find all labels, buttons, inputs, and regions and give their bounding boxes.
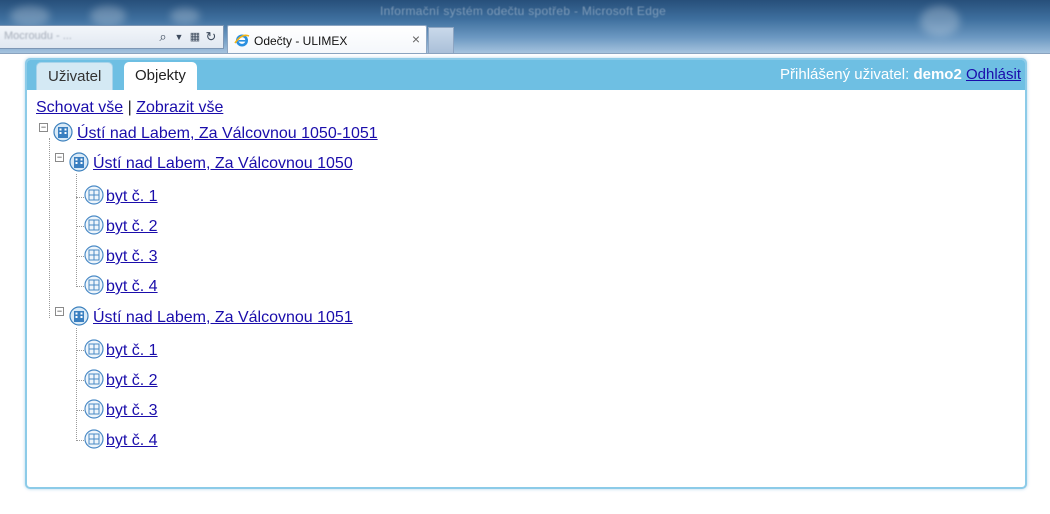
collapse-toggle-icon[interactable]: − [39, 123, 48, 132]
window-title: Informační systém odečtu spotřeb - Micro… [380, 4, 667, 18]
tree-controls: Schovat vše | Zobrazit vše [36, 99, 223, 117]
tree-leaf-label[interactable]: byt č. 1 [106, 188, 158, 206]
main-panel: Uživatel Objekty Přihlášený uživatel: de… [25, 58, 1027, 489]
tree-node-label[interactable]: Ústí nad Labem, Za Válcovnou 1051 [93, 309, 353, 327]
tree-connector [76, 380, 84, 381]
tree-connector [76, 226, 84, 227]
tree-leaf-label[interactable]: byt č. 3 [106, 248, 158, 266]
browser-tab[interactable]: Odečty - ULIMEX × [227, 25, 427, 54]
tree-leaf-label[interactable]: byt č. 4 [106, 432, 158, 450]
tree-connector [49, 138, 50, 318]
building-icon [53, 122, 73, 142]
refresh-icon[interactable]: ↻ [204, 30, 218, 44]
show-all-link[interactable]: Zobrazit vše [136, 99, 223, 116]
separator: | [123, 99, 137, 116]
user-name: demo2 [913, 66, 962, 83]
collapse-toggle-icon[interactable]: − [55, 153, 64, 162]
blurred-background [10, 6, 50, 26]
tree-leaf-label[interactable]: byt č. 1 [106, 342, 158, 360]
tree-leaf-label[interactable]: byt č. 4 [106, 278, 158, 296]
blurred-background [170, 8, 200, 24]
apartment-icon [84, 339, 104, 359]
tree-connector [76, 256, 84, 257]
compatibility-view-icon[interactable]: ▦ [188, 30, 202, 44]
collapse-toggle-icon[interactable]: − [55, 307, 64, 316]
tree-connector [76, 350, 84, 351]
tree-leaf-label[interactable]: byt č. 2 [106, 372, 158, 390]
chrome-divider [0, 53, 1050, 54]
tab-bar: Uživatel Objekty Přihlášený uživatel: de… [27, 60, 1025, 90]
building-icon [69, 306, 89, 326]
tree-connector [76, 286, 84, 287]
address-bar[interactable]: Mocroudu - ... ⌕ ▼ ▦ ↻ [0, 25, 224, 49]
apartment-icon [84, 399, 104, 419]
tree-connector [76, 410, 84, 411]
hide-all-link[interactable]: Schovat vše [36, 99, 123, 116]
apartment-icon [84, 215, 104, 235]
blurred-background [90, 6, 126, 26]
user-info: Přihlášený uživatel: demo2 Odhlásit [780, 66, 1021, 83]
apartment-icon [84, 245, 104, 265]
apartment-icon [84, 275, 104, 295]
dropdown-arrow-icon[interactable]: ▼ [172, 30, 186, 44]
tree-leaf-label[interactable]: byt č. 3 [106, 402, 158, 420]
tree-connector [76, 440, 84, 441]
tree-node-label[interactable]: Ústí nad Labem, Za Válcovnou 1050 [93, 155, 353, 173]
tab-close-icon[interactable]: × [412, 31, 420, 47]
logout-link[interactable]: Odhlásit [966, 66, 1021, 83]
apartment-icon [84, 369, 104, 389]
tree-node-label[interactable]: Ústí nad Labem, Za Válcovnou 1050-1051 [77, 125, 378, 143]
tree-connector [76, 197, 84, 198]
tab-objekty[interactable]: Objekty [124, 62, 197, 90]
building-icon [69, 152, 89, 172]
apartment-icon [84, 185, 104, 205]
ie-icon [234, 34, 250, 47]
user-label: Přihlášený uživatel: [780, 66, 914, 83]
apartment-icon [84, 429, 104, 449]
tab-uzivatel[interactable]: Uživatel [36, 62, 114, 90]
tree-connector [76, 174, 77, 287]
search-icon[interactable]: ⌕ [156, 30, 170, 44]
tab-title: Odečty - ULIMEX [254, 34, 348, 48]
tree-connector [76, 328, 77, 441]
browser-chrome: Informační systém odečtu spotřeb - Micro… [0, 0, 1050, 54]
new-tab-button[interactable] [428, 27, 454, 54]
address-text: Mocroudu - ... [4, 30, 72, 42]
tree-leaf-label[interactable]: byt č. 2 [106, 218, 158, 236]
blurred-background [920, 6, 960, 36]
